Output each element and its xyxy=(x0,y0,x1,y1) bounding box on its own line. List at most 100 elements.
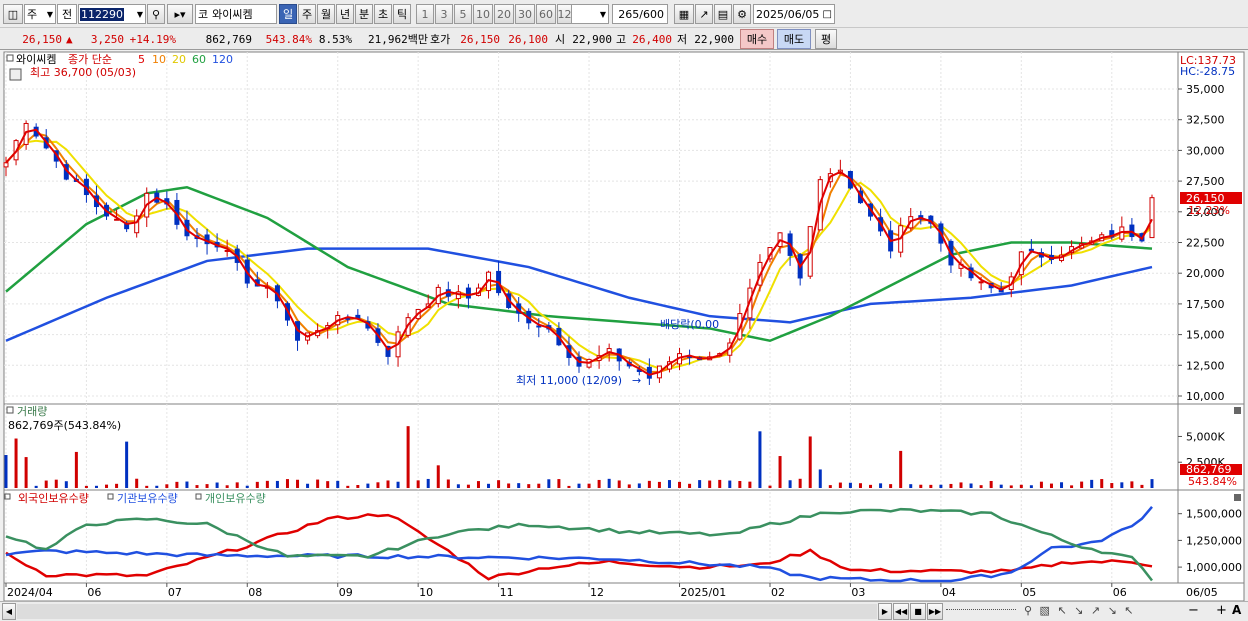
minute-button[interactable]: 5 xyxy=(454,4,472,24)
period-button[interactable]: 틱 xyxy=(393,4,411,24)
code-input[interactable]: 112290 ▼ xyxy=(78,4,146,24)
candle-type-icon[interactable]: ▦ xyxy=(674,4,694,24)
volume-bar xyxy=(647,480,651,488)
volume-bar xyxy=(265,480,269,488)
scroll-right-icon[interactable]: ▶ xyxy=(878,603,892,620)
volume-bar xyxy=(798,478,802,488)
price-tick-label: 27,500 xyxy=(1186,175,1225,188)
date-field[interactable]: 2025/06/05 □ xyxy=(753,4,835,24)
holding-close-icon[interactable] xyxy=(1234,494,1241,501)
volume-panel[interactable] xyxy=(3,403,1179,491)
zoom-out-icon[interactable]: − xyxy=(1188,603,1199,618)
zoom-track[interactable] xyxy=(946,609,1016,613)
stop-icon[interactable]: ■ xyxy=(910,603,926,620)
tool-icons[interactable]: ⚲ ▧ ↖ ↘ ↗ ↘ ↖ xyxy=(1024,604,1184,620)
volume-close-icon[interactable] xyxy=(1234,407,1241,414)
minute-button[interactable]: 20 xyxy=(494,4,514,24)
volume-bar xyxy=(758,431,762,488)
bottom-scrollbar: ◀ ▶ ◀◀ ■ ▶▶ ⚲ ▧ ↖ ↘ ↗ ↘ ↖ − + A xyxy=(0,601,1248,621)
chevron-down-icon: ▼ xyxy=(599,9,606,19)
volume-bar xyxy=(1029,485,1033,488)
minute-button[interactable]: 3 xyxy=(435,4,453,24)
price-tick-label: 15,000 xyxy=(1186,329,1225,342)
minute-button[interactable]: 60 xyxy=(536,4,556,24)
volume-bar xyxy=(1110,483,1114,488)
volume-pct-tag: 543.84% xyxy=(1188,475,1237,488)
period-button[interactable]: 분 xyxy=(355,4,373,24)
avg-label: 평 xyxy=(820,33,832,46)
ask-label: 호가 xyxy=(430,33,451,46)
forward-icon[interactable]: ▶▶ xyxy=(927,603,943,620)
gear-icon[interactable]: ⚙ xyxy=(733,4,751,24)
legend-ma10: 10 xyxy=(152,53,166,66)
volume-bar xyxy=(537,483,541,488)
volume-bar xyxy=(235,482,239,488)
code-dropdown-icon[interactable]: ▼ xyxy=(135,10,145,19)
period-button[interactable]: 주 xyxy=(298,4,316,24)
zoom-in-icon[interactable]: + xyxy=(1216,603,1227,618)
volume-bar xyxy=(698,480,702,488)
auto-icon[interactable]: A xyxy=(1232,603,1241,617)
candle-body xyxy=(1149,197,1155,239)
volume-bar xyxy=(1049,483,1053,488)
volume-bar xyxy=(678,481,682,488)
buy-button[interactable]: 매수 xyxy=(740,29,774,49)
rewind-icon[interactable]: ◀◀ xyxy=(893,603,909,620)
legend-ma20: 20 xyxy=(172,53,186,66)
speaker-icon[interactable]: ▸▾ xyxy=(167,4,193,24)
period-button[interactable]: 초 xyxy=(374,4,392,24)
volume-bar xyxy=(1120,482,1124,488)
calculator-icon[interactable] xyxy=(9,68,22,81)
price-tick-label: 22,500 xyxy=(1186,237,1225,250)
volume-bar xyxy=(828,485,832,488)
prev-label: 전 xyxy=(61,8,73,21)
count-field[interactable]: 265/600 xyxy=(612,4,668,24)
calendar-icon[interactable]: □ xyxy=(823,9,832,20)
volume-bar xyxy=(54,479,58,488)
volume-bar xyxy=(336,480,340,488)
volume-bar xyxy=(657,481,661,488)
sell-label: 매도 xyxy=(783,33,805,46)
volume-bar xyxy=(255,481,259,488)
volume-bar xyxy=(376,482,380,488)
prev-select[interactable]: 전 xyxy=(57,4,77,24)
sell-button[interactable]: 매도 xyxy=(777,29,811,49)
volume-bar xyxy=(959,482,963,488)
volume-bar xyxy=(587,483,591,488)
volume-bar xyxy=(738,480,742,488)
legend-foreign: 외국인보유수량 xyxy=(18,492,89,505)
scroll-track[interactable] xyxy=(17,604,877,619)
period-button[interactable]: 일 xyxy=(279,4,297,24)
period-select[interactable]: 주 ▼ xyxy=(24,4,56,24)
volume-bar xyxy=(778,456,782,488)
stock-chart[interactable]: 35,00032,50030,00027,50025,00022,50020,0… xyxy=(0,51,1248,602)
minute-button[interactable]: 1 xyxy=(416,4,434,24)
high-label: 고 xyxy=(616,33,627,46)
legend-ma60: 60 xyxy=(192,53,206,66)
minute-button[interactable]: 10 xyxy=(473,4,493,24)
volume-bar xyxy=(4,455,8,488)
period-button[interactable]: 월 xyxy=(317,4,335,24)
scroll-left-icon[interactable]: ◀ xyxy=(2,603,16,620)
price-tick-label: 20,000 xyxy=(1186,267,1225,280)
draw-tool-icon[interactable]: ↗ xyxy=(695,4,713,24)
window-icon[interactable]: ◫ xyxy=(3,4,23,24)
interval-select[interactable]: ▼ xyxy=(571,4,609,24)
legend-ma-title: 종가 단순 xyxy=(68,53,112,66)
save-icon[interactable]: ▤ xyxy=(714,4,732,24)
period-button[interactable]: 년 xyxy=(336,4,354,24)
volume-bar xyxy=(577,483,581,488)
minute-button[interactable]: 30 xyxy=(515,4,535,24)
x-tick-label: 09 xyxy=(339,586,353,599)
volume-bar xyxy=(105,484,109,488)
price-panel[interactable] xyxy=(3,51,1179,405)
volume-bar xyxy=(366,483,370,488)
x-tick-label: 06 xyxy=(87,586,101,599)
volume-bar xyxy=(969,483,973,488)
search-icon[interactable]: ⚲ xyxy=(147,4,165,24)
avg-button[interactable]: 평 xyxy=(815,29,837,49)
volume-bar xyxy=(285,479,289,488)
volume-bar xyxy=(275,480,279,488)
stock-name-field[interactable]: 코 와이씨켐 xyxy=(195,4,277,24)
chart-area[interactable]: 35,000 32,500 30,000 27,500 25,000 22,500 20,0… xyxy=(0,51,1248,621)
